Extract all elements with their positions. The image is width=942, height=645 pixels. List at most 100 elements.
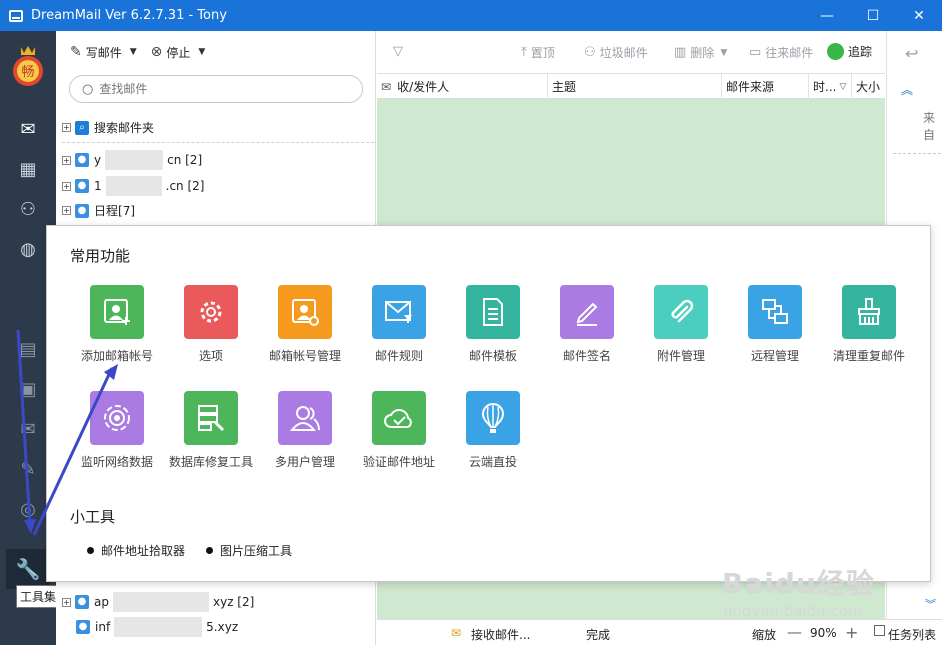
- account-icon: ●: [75, 179, 89, 193]
- minimize-button[interactable]: —: [804, 0, 850, 31]
- calendar-icon[interactable]: ▦: [14, 156, 42, 182]
- zoom-in-button[interactable]: +: [845, 623, 858, 642]
- mail-icon[interactable]: ✉: [14, 116, 42, 142]
- delete-button[interactable]: ▥ 删除 ▼: [674, 44, 727, 61]
- blurred-text: [105, 176, 162, 196]
- plugin-icon[interactable]: ◎: [14, 496, 42, 522]
- zoom-label: 缩放: [752, 628, 777, 642]
- tree-account[interactable]: + ● 日程 [7]: [62, 202, 135, 219]
- account-suffix: [7]: [118, 203, 136, 218]
- tile-attachments[interactable]: 附件管理: [634, 285, 728, 385]
- compose-button[interactable]: ✎ 写邮件 ▼: [70, 44, 137, 61]
- tile-signature[interactable]: 邮件签名: [540, 285, 634, 385]
- follow-icon: [827, 43, 844, 60]
- thread-button[interactable]: ▭ 往来邮件: [749, 44, 813, 61]
- tile-db-repair[interactable]: 数据库修复工具: [164, 391, 258, 491]
- from-label: 来自: [923, 111, 936, 142]
- bullet-icon: [206, 547, 213, 554]
- account-icon: ●: [76, 620, 90, 634]
- close-button[interactable]: ✕: [896, 0, 942, 31]
- tile-clean-duplicates[interactable]: 清理重复邮件: [822, 285, 916, 385]
- sort-icon: ▽: [839, 81, 847, 92]
- toolkit-wrench-icon[interactable]: 🔧: [6, 549, 50, 589]
- tile-label: 邮件模板: [468, 349, 517, 363]
- stop-button[interactable]: ⊗ 停止 ▼: [151, 44, 206, 61]
- collapse-up-icon[interactable]: ︽: [901, 81, 913, 98]
- signature-icon: [560, 285, 614, 339]
- filter-icon[interactable]: ▽: [393, 44, 407, 59]
- column-size[interactable]: 大小: [852, 74, 885, 99]
- expand-icon[interactable]: +: [62, 597, 71, 607]
- tree-account[interactable]: + ● ap xyz [2]: [62, 592, 254, 612]
- account-suffix: xyz [2]: [212, 595, 255, 609]
- tile-add-account[interactable]: 添加邮箱帐号: [70, 285, 164, 385]
- expand-icon[interactable]: +: [62, 155, 71, 165]
- folder-toolbar: ✎ 写邮件 ▼ ⊗ 停止 ▼: [56, 31, 376, 73]
- column-header: ✉ 收/发件人 主题 邮件来源 时... ▽ 大小: [377, 74, 885, 99]
- expand-down-icon[interactable]: ︾: [925, 596, 936, 612]
- tile-verify-address[interactable]: 验证邮件地址: [352, 391, 446, 491]
- expand-icon[interactable]: +: [62, 181, 71, 191]
- chevron-down-icon[interactable]: ▼: [198, 47, 205, 57]
- add-account-icon: [90, 285, 144, 339]
- watermark-url: jingyan.baidu.com: [724, 602, 863, 620]
- tool-address-picker[interactable]: 邮件地址拾取器: [87, 542, 185, 559]
- tool-image-compress[interactable]: 图片压缩工具: [206, 542, 292, 559]
- tree-account[interactable]: ● inf 5.xyz: [76, 617, 238, 637]
- expand-icon[interactable]: +: [62, 123, 71, 132]
- tile-label: 云端直投: [468, 455, 517, 469]
- tile-options[interactable]: 选项: [164, 285, 258, 385]
- list-toolbar: ▽ ⤒ 置顶 ⚇ 垃圾邮件 ▥ 删除 ▼ ▭ 往来邮件 追踪: [377, 31, 885, 73]
- expand-icon[interactable]: +: [62, 206, 71, 215]
- tree-search-folder[interactable]: + ⌕ 搜索邮件夹: [62, 119, 154, 136]
- tile-mail-rules[interactable]: 邮件规则: [352, 285, 446, 385]
- tile-label: 邮件规则: [374, 349, 423, 363]
- gear-icon: [184, 285, 238, 339]
- chevron-down-icon[interactable]: ▼: [130, 47, 137, 57]
- search-icon: ○: [82, 81, 94, 97]
- reply-icon[interactable]: ↩: [905, 44, 918, 63]
- tile-network-monitor[interactable]: 监听网络数据: [70, 391, 164, 491]
- column-source[interactable]: 邮件来源: [722, 74, 809, 99]
- toolkit-popup: 常用功能 添加邮箱帐号 选项 邮箱帐号管理 邮件规则 邮件模板 邮件签名 附件管…: [46, 225, 931, 582]
- tree-account[interactable]: + ● 1 .cn [2]: [62, 176, 204, 196]
- zoom-out-button[interactable]: —: [787, 623, 802, 641]
- user-avatar[interactable]: 畅: [12, 43, 44, 89]
- note-icon[interactable]: ✎: [14, 456, 42, 482]
- column-sender[interactable]: ✉ 收/发件人: [377, 74, 548, 99]
- tile-cloud-delivery[interactable]: 云端直投: [446, 391, 540, 491]
- chevron-down-icon[interactable]: ▼: [720, 48, 727, 58]
- small-tools-title: 小工具: [70, 508, 116, 526]
- tile-label: 远程管理: [750, 349, 799, 363]
- account-icon: ●: [75, 595, 89, 609]
- globe-icon[interactable]: ◍: [14, 236, 42, 262]
- blurred-text: [105, 150, 164, 170]
- spam-label: 垃圾邮件: [599, 46, 648, 60]
- column-time[interactable]: 时... ▽: [809, 74, 852, 99]
- task-list-checkbox[interactable]: [874, 625, 885, 636]
- blurred-text: [112, 592, 209, 612]
- receiving-status: 接收邮件...: [471, 628, 531, 642]
- done-status: 完成: [586, 628, 611, 642]
- multi-user-icon: [278, 391, 332, 445]
- search-input[interactable]: [99, 82, 330, 96]
- tile-label: 附件管理: [656, 349, 705, 363]
- schedule-icon[interactable]: ▤: [14, 336, 42, 362]
- tile-account-manage[interactable]: 邮箱帐号管理: [258, 285, 352, 385]
- tile-templates[interactable]: 邮件模板: [446, 285, 540, 385]
- column-subject[interactable]: 主题: [548, 74, 722, 99]
- tile-multi-user[interactable]: 多用户管理: [258, 391, 352, 491]
- follow-button[interactable]: 追踪: [827, 43, 872, 60]
- tile-remote[interactable]: 远程管理: [728, 285, 822, 385]
- address-book-icon[interactable]: ▣: [14, 376, 42, 402]
- mail-filter-icon[interactable]: ✉: [14, 416, 42, 442]
- search-field[interactable]: ○: [69, 75, 363, 103]
- tree-account[interactable]: + ● y cn [2]: [62, 150, 202, 170]
- contacts-icon[interactable]: ⚇: [14, 196, 42, 222]
- pin-button[interactable]: ⤒ 置顶: [521, 44, 555, 61]
- follow-label: 追踪: [848, 45, 873, 59]
- account-prefix: y: [94, 153, 102, 167]
- paperclip-icon: [654, 285, 708, 339]
- spam-button[interactable]: ⚇ 垃圾邮件: [584, 44, 648, 61]
- maximize-button[interactable]: ☐: [850, 0, 896, 31]
